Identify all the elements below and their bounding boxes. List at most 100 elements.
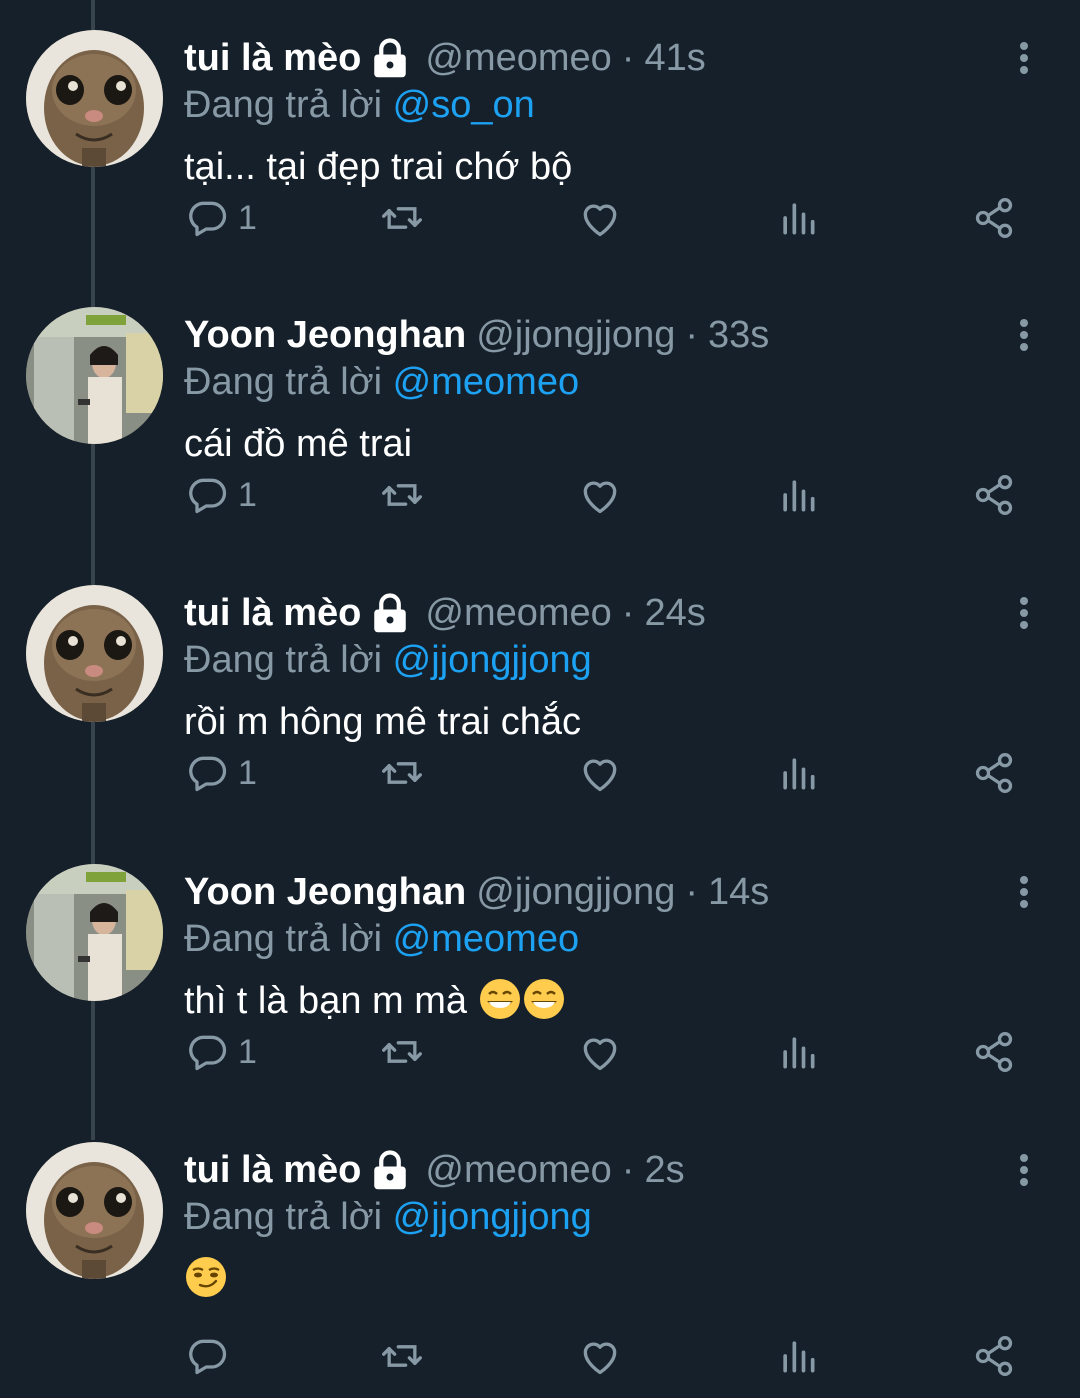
- timestamp[interactable]: 2s: [644, 1144, 684, 1196]
- more-options-icon[interactable]: [1008, 315, 1040, 355]
- retweet-icon: [380, 1030, 424, 1074]
- heart-icon: [578, 473, 622, 517]
- avatar[interactable]: [26, 864, 163, 1001]
- retweet-button[interactable]: [380, 1326, 424, 1386]
- replying-to: Đang trả lời @so_on: [184, 80, 535, 130]
- reply-button[interactable]: [186, 1326, 238, 1386]
- tweet-text-content: thì t là bạn m mà: [184, 980, 468, 1022]
- heart-icon: [578, 751, 622, 795]
- user-handle[interactable]: @meomeo: [425, 32, 611, 84]
- display-name[interactable]: tui là mèo: [184, 1144, 361, 1196]
- share-button[interactable]: [972, 1022, 1016, 1082]
- analytics-button[interactable]: [776, 1022, 820, 1082]
- like-button[interactable]: [578, 465, 622, 525]
- avatar[interactable]: [26, 30, 163, 167]
- separator-dot: ·: [685, 314, 698, 356]
- tweet-text: rồi m hông mê trai chắc: [184, 695, 581, 749]
- tweet-text-content: rồi m hông mê trai chắc: [184, 701, 582, 743]
- tweet-header: tui là mèo @meomeo · 24s: [184, 587, 706, 639]
- grinning-face-emoji: [478, 977, 522, 1021]
- display-name[interactable]: tui là mèo: [184, 32, 361, 84]
- reply-button[interactable]: 1: [186, 1022, 257, 1082]
- reply-count: 1: [238, 198, 257, 237]
- analytics-button[interactable]: [776, 743, 820, 803]
- replying-to: Đang trả lời @jjongjjong: [184, 635, 592, 685]
- share-icon: [972, 1030, 1016, 1074]
- lock-icon: [369, 1149, 411, 1191]
- retweet-icon: [380, 1334, 424, 1378]
- more-options-icon[interactable]: [1008, 593, 1040, 633]
- display-name[interactable]: tui là mèo: [184, 587, 361, 639]
- retweet-button[interactable]: [380, 743, 424, 803]
- more-options-icon[interactable]: [1008, 872, 1040, 912]
- tweet[interactable]: tui là mèo @meomeo · 24s Đang trả lời @jjong…: [0, 555, 1080, 833]
- action-bar: 1: [0, 188, 1080, 248]
- user-handle[interactable]: @jjongjjong: [476, 309, 675, 361]
- tweet-text: tại... tại đẹp trai chớ bộ: [184, 140, 572, 194]
- heart-icon: [578, 1030, 622, 1074]
- mention-link[interactable]: @meomeo: [393, 361, 579, 403]
- user-handle[interactable]: @meomeo: [425, 587, 611, 639]
- reply-button[interactable]: 1: [186, 743, 257, 803]
- user-handle[interactable]: @meomeo: [425, 1144, 611, 1196]
- user-handle[interactable]: @jjongjjong: [476, 866, 675, 918]
- avatar[interactable]: [26, 585, 163, 722]
- mention-link[interactable]: @jjongjjong: [393, 639, 592, 681]
- reply-button[interactable]: 1: [186, 188, 257, 248]
- separator-dot: ·: [621, 592, 635, 634]
- avatar[interactable]: [26, 307, 163, 444]
- reply-icon: [186, 1334, 230, 1378]
- tweet-header: Yoon Jeonghan @jjongjjong · 14s: [184, 866, 769, 918]
- timestamp[interactable]: 24s: [644, 587, 705, 639]
- tweet-text-content: tại... tại đẹp trai chớ bộ: [184, 146, 573, 188]
- reply-count: 1: [238, 1032, 257, 1071]
- tweet[interactable]: Yoon Jeonghan @jjongjjong · 33s Đang trả lời…: [0, 277, 1080, 555]
- like-button[interactable]: [578, 188, 622, 248]
- action-bar: 1: [0, 465, 1080, 525]
- lock-icon: [369, 37, 411, 79]
- retweet-button[interactable]: [380, 1022, 424, 1082]
- replying-to: Đang trả lời @jjongjjong: [184, 1192, 592, 1242]
- timestamp[interactable]: 41s: [644, 32, 705, 84]
- more-options-icon[interactable]: [1008, 1150, 1040, 1190]
- display-name[interactable]: Yoon Jeonghan: [184, 866, 466, 918]
- retweet-button[interactable]: [380, 188, 424, 248]
- reply-icon: [186, 196, 230, 240]
- reply-button[interactable]: 1: [186, 465, 257, 525]
- analytics-button[interactable]: [776, 188, 820, 248]
- separator-dot: ·: [621, 1149, 635, 1191]
- share-button[interactable]: [972, 465, 1016, 525]
- retweet-button[interactable]: [380, 465, 424, 525]
- analytics-button[interactable]: [776, 1326, 820, 1386]
- share-button[interactable]: [972, 188, 1016, 248]
- action-bar: 1: [0, 743, 1080, 803]
- tweet[interactable]: Yoon Jeonghan @jjongjjong · 14s Đang trả lời…: [0, 834, 1080, 1112]
- timestamp[interactable]: 33s: [708, 309, 769, 361]
- replying-to-label: Đang trả lời: [184, 918, 383, 960]
- display-name[interactable]: Yoon Jeonghan: [184, 309, 466, 361]
- tweet[interactable]: tui là mèo @meomeo · 2s Đang trả lời @jjongj…: [0, 1112, 1080, 1390]
- share-button[interactable]: [972, 743, 1016, 803]
- avatar[interactable]: [26, 1142, 163, 1279]
- bar-chart-icon: [776, 751, 820, 795]
- mention-link[interactable]: @so_on: [393, 84, 535, 126]
- timestamp[interactable]: 14s: [708, 866, 769, 918]
- replying-to-label: Đang trả lời: [184, 639, 383, 681]
- tweet-text: cái đồ mê trai: [184, 417, 412, 471]
- mention-link[interactable]: @jjongjjong: [393, 1196, 592, 1238]
- share-button[interactable]: [972, 1326, 1016, 1386]
- separator-dot: ·: [621, 37, 635, 79]
- like-button[interactable]: [578, 743, 622, 803]
- separator-dot: ·: [685, 871, 698, 913]
- reply-icon: [186, 473, 230, 517]
- retweet-icon: [380, 473, 424, 517]
- mention-link[interactable]: @meomeo: [393, 918, 579, 960]
- like-button[interactable]: [578, 1326, 622, 1386]
- like-button[interactable]: [578, 1022, 622, 1082]
- more-options-icon[interactable]: [1008, 38, 1040, 78]
- replying-to-label: Đang trả lời: [184, 361, 383, 403]
- share-icon: [972, 1334, 1016, 1378]
- tweet[interactable]: tui là mèo @meomeo · 41s Đang trả lời @so_on…: [0, 0, 1080, 278]
- analytics-button[interactable]: [776, 465, 820, 525]
- action-bar: [0, 1326, 1080, 1386]
